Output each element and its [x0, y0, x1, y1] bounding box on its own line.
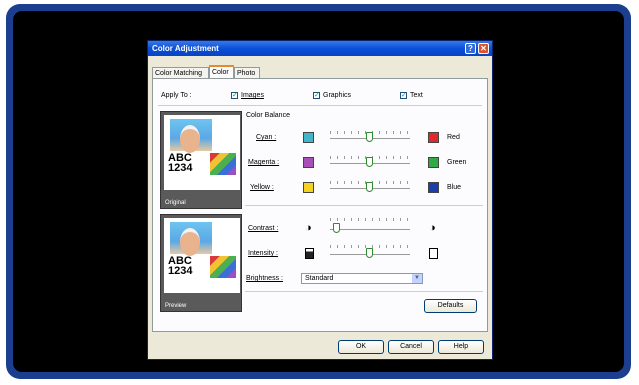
preview-panel: ABC 1234 Preview: [160, 214, 242, 312]
original-preview: ABC 1234 Original: [160, 111, 242, 209]
photo-portrait: [170, 222, 212, 256]
divider: [245, 291, 483, 292]
yellow-label: Yellow :: [250, 184, 274, 191]
divider: [158, 105, 482, 106]
close-button[interactable]: ✕: [478, 43, 489, 54]
green-label: Green: [447, 159, 467, 166]
green-swatch: [428, 157, 439, 168]
yellow-blue-slider-thumb[interactable]: [366, 182, 373, 192]
original-image: ABC 1234: [164, 115, 240, 190]
divider: [245, 205, 483, 206]
low-contrast-icon: ◑: [305, 222, 312, 234]
cyan-label: Cyan :: [256, 134, 277, 141]
magenta-swatch: [303, 157, 314, 168]
color-tab-panel: Apply To : ✓ Images ✓ Graphics ✓ Text AB…: [152, 78, 488, 332]
red-swatch: [428, 132, 439, 143]
text-checkbox[interactable]: ✓: [400, 92, 407, 99]
brightness-label: Brightness :: [246, 275, 283, 282]
cancel-button[interactable]: Cancel: [388, 340, 434, 354]
brightness-value: Standard: [305, 275, 334, 282]
dark-intensity-icon: [305, 248, 314, 259]
abc-sample: ABC 1234: [168, 255, 193, 277]
magenta-label: Magenta :: [248, 159, 280, 166]
images-label[interactable]: Images: [241, 92, 264, 99]
contrast-slider-thumb[interactable]: [333, 223, 340, 233]
abc-sample: ABC 1234: [168, 152, 193, 174]
color-balance-heading: Color Balance: [246, 112, 290, 119]
red-label: Red: [447, 134, 460, 141]
ok-button[interactable]: OK: [338, 340, 384, 354]
color-adjustment-dialog: Color Adjustment ? ✕ Color Matching Colo…: [147, 40, 493, 360]
magenta-green-slider-thumb[interactable]: [366, 157, 373, 167]
graphics-label[interactable]: Graphics: [323, 92, 351, 99]
apply-to-label: Apply To :: [161, 92, 192, 99]
tab-color-matching[interactable]: Color Matching: [152, 67, 209, 78]
chevron-down-icon[interactable]: ▼: [412, 274, 422, 283]
tab-color[interactable]: Color: [209, 65, 234, 79]
yellow-swatch: [303, 182, 314, 193]
contrast-slider[interactable]: [330, 229, 410, 230]
graphics-sample: [210, 153, 236, 175]
text-label[interactable]: Text: [410, 92, 423, 99]
images-checkbox[interactable]: ✓: [231, 92, 238, 99]
photo-portrait: [170, 119, 212, 153]
intensity-label: Intensity :: [248, 250, 278, 257]
cyan-swatch: [303, 132, 314, 143]
brightness-select[interactable]: Standard ▼: [301, 273, 423, 284]
graphics-sample: [210, 256, 236, 278]
light-intensity-icon: [429, 248, 438, 259]
intensity-slider-thumb[interactable]: [366, 248, 373, 258]
help-title-button[interactable]: ?: [465, 43, 476, 54]
original-caption: Original: [165, 200, 186, 206]
blue-swatch: [428, 182, 439, 193]
preview-caption: Preview: [165, 303, 187, 309]
title-bar: Color Adjustment ? ✕: [148, 41, 492, 56]
graphics-checkbox[interactable]: ✓: [313, 92, 320, 99]
help-button[interactable]: Help: [438, 340, 484, 354]
dialog-title: Color Adjustment: [152, 44, 219, 53]
blue-label: Blue: [447, 184, 462, 191]
cyan-red-slider-thumb[interactable]: [366, 132, 373, 142]
preview-image: ABC 1234: [164, 218, 240, 293]
contrast-label: Contrast :: [248, 225, 279, 232]
slider-ticks: [330, 218, 410, 221]
high-contrast-icon: ◑: [429, 222, 436, 234]
defaults-button[interactable]: Defaults: [424, 299, 477, 313]
tab-photo[interactable]: Photo: [234, 67, 260, 78]
